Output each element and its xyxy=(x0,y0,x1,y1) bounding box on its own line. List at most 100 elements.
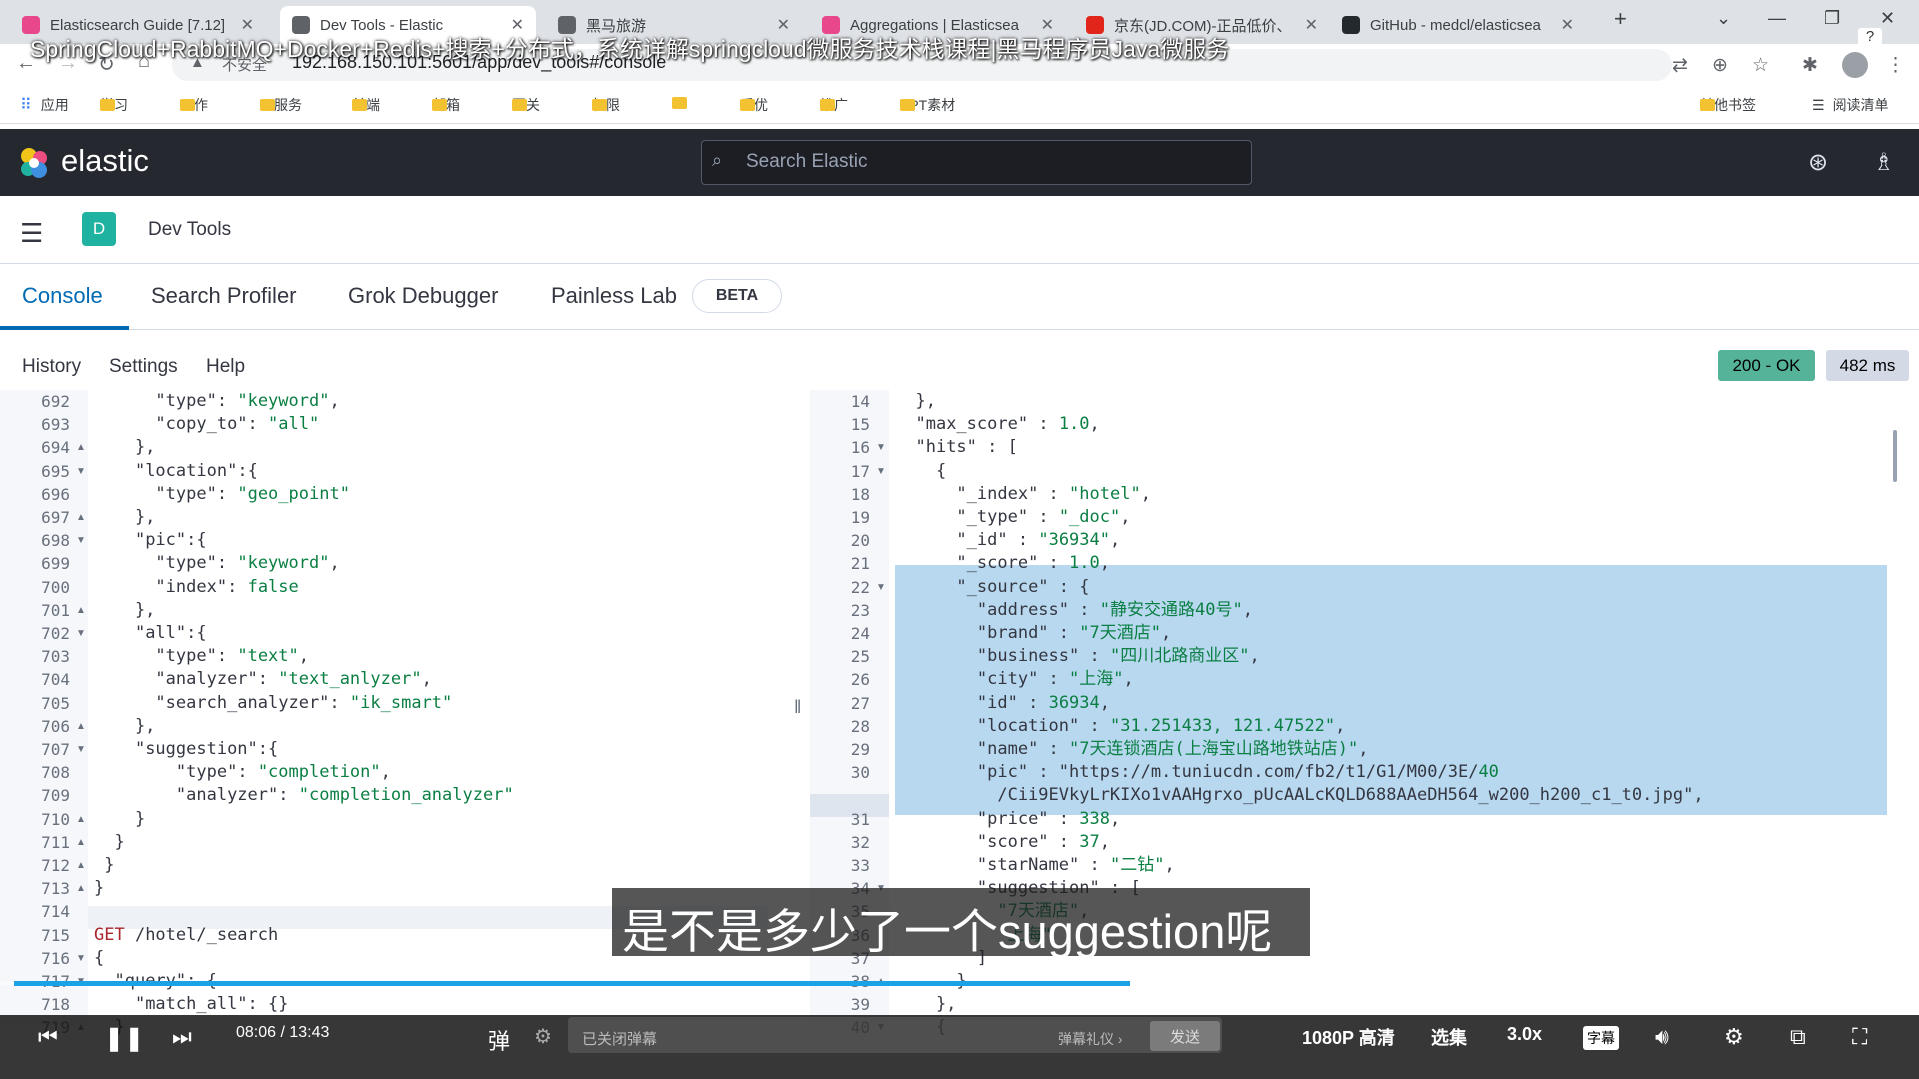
next-icon[interactable]: ⏭ xyxy=(172,1024,192,1050)
fold-toggle-icon[interactable]: ▼ xyxy=(76,628,86,639)
code-line[interactable]: }, xyxy=(895,993,956,1016)
fold-toggle-icon[interactable]: ▲ xyxy=(76,814,86,825)
space-avatar[interactable]: D xyxy=(82,212,116,246)
code-line[interactable]: "business" : "四川北路商业区", xyxy=(895,645,1260,668)
code-line[interactable]: GET /hotel/_search xyxy=(94,924,278,947)
code-line[interactable]: "analyzer": "completion_analyzer" xyxy=(94,784,514,807)
code-line[interactable]: { xyxy=(94,947,104,970)
elastic-brand[interactable]: elastic xyxy=(61,143,149,179)
pip-icon[interactable]: ⧉ xyxy=(1790,1024,1806,1050)
code-line[interactable]: "hits" : [ xyxy=(895,436,1017,459)
danmu-settings-icon[interactable]: ⚙ xyxy=(534,1024,552,1049)
bookmark-item[interactable]: 工作 xyxy=(180,95,208,115)
hamburger-menu-icon[interactable]: ☰ xyxy=(20,218,43,249)
danmu-input[interactable] xyxy=(568,1017,1222,1053)
code-line[interactable]: "match_all": {} xyxy=(94,993,289,1016)
fold-toggle-icon[interactable]: ▼ xyxy=(876,442,886,453)
bookmark-item[interactable]: 云服务 xyxy=(260,95,302,115)
code-line[interactable]: "city" : "上海", xyxy=(895,668,1134,691)
help-link[interactable]: Help xyxy=(206,356,245,378)
tab-search-icon[interactable]: ⌄ xyxy=(1716,8,1731,29)
code-line[interactable]: }, xyxy=(895,390,935,413)
pause-icon[interactable]: ❚❚ xyxy=(104,1024,144,1053)
fold-toggle-icon[interactable]: ▲ xyxy=(76,442,86,453)
code-line[interactable]: "type": "text", xyxy=(94,645,309,668)
subtitle-toggle[interactable]: 字幕 xyxy=(1583,1026,1619,1050)
code-line[interactable]: "max_score" : 1.0, xyxy=(895,413,1099,436)
code-line[interactable]: }, xyxy=(94,715,155,738)
bookmark-item[interactable]: ⠿ 应用 xyxy=(20,95,69,115)
new-tab-button[interactable]: + xyxy=(1614,6,1627,32)
code-line[interactable]: "brand" : "7天酒店", xyxy=(895,622,1171,645)
tab-search-profiler[interactable]: Search Profiler xyxy=(151,283,297,309)
code-line[interactable]: "name" : "7天连锁酒店(上海宝山路地铁站店)", xyxy=(895,738,1369,761)
user-menu-icon[interactable]: ♗ xyxy=(1873,148,1895,177)
code-line[interactable]: /Cii9EVkyLrKIXo1vAAHgrxo_pUcAALcKQLD688A… xyxy=(895,784,1703,807)
code-line[interactable]: "score" : 37, xyxy=(895,831,1110,854)
code-line[interactable]: { xyxy=(895,460,946,483)
extensions-icon[interactable]: ✱ xyxy=(1802,54,1818,77)
episodes-button[interactable]: 选集 xyxy=(1431,1024,1467,1050)
code-line[interactable]: "search_analyzer": "ik_smart" xyxy=(94,692,452,715)
code-line[interactable]: "_index" : "hotel", xyxy=(895,483,1151,506)
tab-console[interactable]: Console xyxy=(22,283,103,309)
code-line[interactable]: }, xyxy=(94,506,155,529)
bookmark-item[interactable]: 乐优 xyxy=(740,95,768,115)
bookmark-item[interactable]: 前端 xyxy=(352,95,380,115)
danmu-toggle-icon[interactable]: 弹 xyxy=(488,1024,510,1056)
profile-avatar[interactable] xyxy=(1842,52,1868,78)
bookmark-item-right[interactable]: 其他书签 xyxy=(1700,95,1756,115)
fold-toggle-icon[interactable]: ▲ xyxy=(76,512,86,523)
fold-toggle-icon[interactable]: ▼ xyxy=(876,582,886,593)
menu-kebab-icon[interactable]: ⋮ xyxy=(1886,54,1905,77)
tab-close-icon[interactable]: ✕ xyxy=(1561,15,1574,35)
close-window-icon[interactable]: ✕ xyxy=(1880,8,1895,29)
code-line[interactable]: "type": "keyword", xyxy=(94,390,339,413)
fold-toggle-icon[interactable]: ▼ xyxy=(876,466,886,477)
code-line[interactable]: "all":{ xyxy=(94,622,207,645)
speed-selector[interactable]: 3.0x xyxy=(1507,1024,1542,1045)
code-line[interactable]: "location" : "31.251433, 121.47522", xyxy=(895,715,1346,738)
code-line[interactable]: "_type" : "_doc", xyxy=(895,506,1130,529)
fold-toggle-icon[interactable]: ▲ xyxy=(76,860,86,871)
fold-toggle-icon[interactable]: ▼ xyxy=(76,744,86,755)
fold-toggle-icon[interactable]: ▲ xyxy=(76,837,86,848)
fold-toggle-icon[interactable]: ▼ xyxy=(76,466,86,477)
maximize-icon[interactable]: ❐ xyxy=(1824,8,1840,29)
response-scrollbar[interactable] xyxy=(1893,430,1897,482)
code-line[interactable]: "suggestion":{ xyxy=(94,738,278,761)
code-line[interactable]: "location":{ xyxy=(94,460,258,483)
code-line[interactable]: "starName" : "二钻", xyxy=(895,854,1175,877)
history-link[interactable]: History xyxy=(22,356,81,378)
tab-close-icon[interactable]: ✕ xyxy=(1305,15,1318,35)
elastic-logo-icon[interactable] xyxy=(17,146,51,180)
pane-resizer-handle[interactable]: ‖ xyxy=(794,697,801,718)
browser-tab[interactable]: GitHub - medcl/elasticsea ✕ xyxy=(1330,6,1586,44)
fold-toggle-icon[interactable]: ▲ xyxy=(76,721,86,732)
code-line[interactable]: } xyxy=(94,854,114,877)
bookmark-item[interactable]: 邮箱 xyxy=(432,95,460,115)
code-line[interactable]: "address" : "静安交通路40号", xyxy=(895,599,1253,622)
bookmark-item[interactable]: 学习 xyxy=(100,95,128,115)
code-line[interactable]: } xyxy=(94,808,145,831)
bookmark-item[interactable]: 权限 xyxy=(592,95,620,115)
tab-grok-debugger[interactable]: Grok Debugger xyxy=(348,283,498,309)
fold-toggle-icon[interactable]: ▼ xyxy=(76,535,86,546)
code-line[interactable]: "analyzer": "text_anlyzer", xyxy=(94,668,431,691)
code-line[interactable]: "_score" : 1.0, xyxy=(895,552,1110,575)
fold-toggle-icon[interactable]: ▼ xyxy=(76,953,86,964)
settings-gear-icon[interactable]: ⚙ xyxy=(1724,1024,1744,1050)
help-lifebuoy-icon[interactable]: ⊛ xyxy=(1808,148,1828,177)
quality-selector[interactable]: 1080P 高清 xyxy=(1302,1024,1395,1050)
volume-icon[interactable]: 🔊︎ xyxy=(1655,1024,1669,1050)
code-line[interactable]: "index": false xyxy=(94,576,298,599)
send-button[interactable]: 发送 xyxy=(1150,1021,1220,1051)
fold-toggle-icon[interactable]: ▲ xyxy=(76,605,86,616)
code-line[interactable]: "_source" : { xyxy=(895,576,1089,599)
prev-icon[interactable]: ⏮ xyxy=(38,1024,58,1050)
code-line[interactable]: "id" : 36934, xyxy=(895,692,1110,715)
danmu-etiquette-link[interactable]: 弹幕礼仪 › xyxy=(1058,1029,1123,1049)
video-progress-fill[interactable] xyxy=(14,981,1130,986)
bookmark-item[interactable]: PPT素材 xyxy=(900,95,955,115)
zoom-icon[interactable]: ⊕ xyxy=(1712,54,1728,77)
